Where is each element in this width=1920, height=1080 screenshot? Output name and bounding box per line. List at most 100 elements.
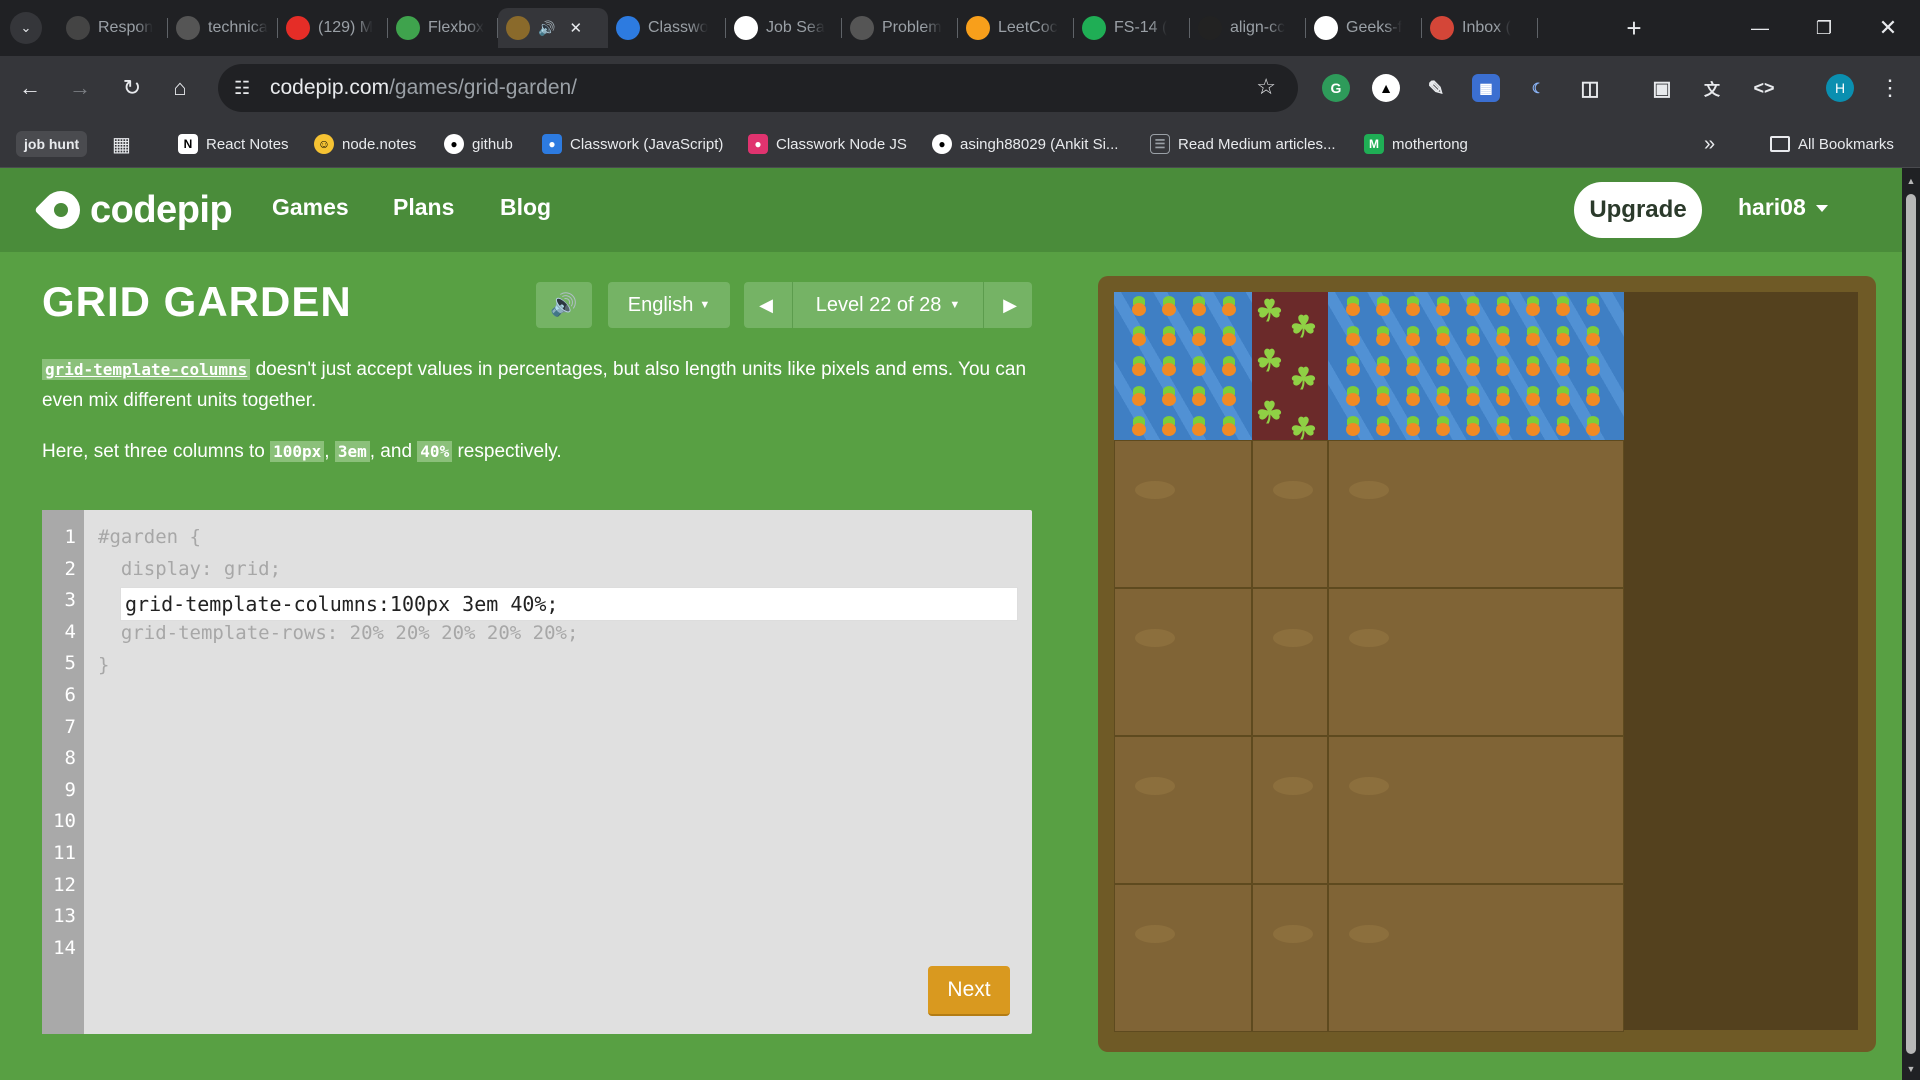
bookmark-github[interactable]: ● github (444, 130, 513, 158)
carrot-icon (1404, 386, 1422, 406)
medium-icon (1198, 16, 1222, 40)
previous-level-button[interactable]: ◀ (744, 282, 788, 328)
scrollbar-thumb[interactable] (1906, 194, 1916, 1054)
carrot-icon (1190, 386, 1208, 406)
shield-extension-icon[interactable]: ▦ (1472, 74, 1500, 102)
problem-icon (850, 16, 874, 40)
globe-icon (176, 16, 200, 40)
garden-soil-cell (1328, 884, 1624, 1032)
home-icon[interactable]: ⌂ (164, 72, 196, 104)
bookmark-classwork-js[interactable]: ● Classwork (JavaScript) (542, 130, 723, 158)
all-bookmarks-button[interactable]: All Bookmarks (1770, 130, 1894, 158)
code-term[interactable]: grid-template-columns (42, 359, 251, 380)
carrot-icon (1220, 296, 1238, 316)
bookmark-label: asingh88029 (Ankit Si... (960, 135, 1119, 153)
browser-tab[interactable]: FS-14 ( (1074, 8, 1190, 48)
carrot-icon (1434, 356, 1452, 376)
carrot-icon (1464, 386, 1482, 406)
url-text[interactable]: codepip.com/games/grid-garden/ (270, 76, 577, 100)
minimize-icon[interactable]: — (1730, 0, 1790, 56)
moon-extension-icon[interactable]: ☾ (1524, 74, 1552, 102)
carrot-root (1376, 363, 1390, 376)
browser-tab[interactable]: Job Sea (726, 8, 842, 48)
bookmarks-bar: job hunt ▦ N React Notes ☺ node.notes ● git… (0, 120, 1920, 168)
screenshot-icon[interactable]: ▣ (1648, 74, 1676, 102)
bookmark-asingh-github[interactable]: ● asingh88029 (Ankit Si... (932, 130, 1118, 158)
code-line-2: display: grid; (98, 558, 282, 580)
sound-toggle-button[interactable]: 🔊 (536, 282, 592, 328)
address-bar[interactable]: ☷ codepip.com/games/grid-garden/ ☆ (218, 64, 1298, 112)
grammarly-extension-icon[interactable]: G (1322, 74, 1350, 102)
browser-tab[interactable]: Inbox ( (1422, 8, 1538, 48)
carrot-icon (1160, 386, 1178, 406)
weed-icon: ☘ (1256, 345, 1283, 378)
devtools-code-icon[interactable]: <> (1750, 74, 1778, 102)
browser-tab[interactable]: technica (168, 8, 278, 48)
carrot-icon (1344, 296, 1362, 316)
language-select[interactable]: English ▼ (608, 282, 730, 328)
carrot-root (1406, 363, 1420, 376)
level-select[interactable]: Level 22 of 28 ▼ (792, 282, 984, 328)
bookmark-node-notes[interactable]: ☺ node.notes (314, 130, 416, 158)
reload-icon[interactable]: ↻ (116, 72, 148, 104)
browser-tab[interactable]: Respon (58, 8, 168, 48)
more-bookmarks-icon[interactable]: » (1704, 130, 1715, 158)
browser-tab[interactable]: Geeks-f (1306, 8, 1422, 48)
classroom-pink-icon: ● (748, 134, 768, 154)
tab-title: LeetCoc (998, 19, 1058, 36)
apps-grid-icon[interactable]: ▦ (112, 130, 131, 158)
carrot-icon (1160, 296, 1178, 316)
scroll-up-icon[interactable]: ▲ (1905, 176, 1917, 186)
forward-icon[interactable]: → (64, 72, 96, 104)
carrot-icon (1130, 416, 1148, 436)
extensions-puzzle-icon[interactable]: ◫ (1576, 74, 1604, 102)
tab-audio-icon[interactable]: 🔊 (538, 20, 555, 37)
page-scrollbar[interactable]: ▲ ▼ (1902, 168, 1920, 1080)
browser-tab[interactable]: Flexbox (388, 8, 498, 48)
browser-tab[interactable]: align-cc (1190, 8, 1306, 48)
browser-tab[interactable]: Classwo (608, 8, 726, 48)
codepip-logo-icon (34, 183, 88, 237)
code-input-line[interactable] (120, 587, 1018, 621)
nav-blog-link[interactable]: Blog (500, 194, 551, 221)
bookmark-react-notes[interactable]: N React Notes (178, 130, 289, 158)
profile-avatar[interactable]: H (1826, 74, 1854, 102)
new-tab-button[interactable]: + (1604, 0, 1664, 56)
bookmark-mothertong[interactable]: Mmothertong (1364, 130, 1468, 158)
tab-list: Respon technica (129) M Flexbox 🔊 ✕ Classwo Job… (58, 8, 1618, 48)
close-window-icon[interactable]: ✕ (1858, 0, 1918, 56)
carrot-root (1496, 393, 1510, 406)
translate-icon[interactable]: 文 (1698, 74, 1726, 102)
bookmark-star-icon[interactable]: ☆ (1256, 74, 1276, 100)
site-info-icon[interactable]: ☷ (234, 78, 250, 99)
browser-tab[interactable]: (129) M (278, 8, 388, 48)
bookmark-folder-job-hunt[interactable]: job hunt (16, 131, 88, 157)
garden-soil-cell (1328, 736, 1624, 884)
next-level-button[interactable]: ▶ (988, 282, 1032, 328)
css-code-input[interactable] (121, 588, 1017, 620)
carrot-root (1132, 423, 1146, 436)
nav-games-link[interactable]: Games (272, 194, 349, 221)
next-button[interactable]: Next (928, 966, 1010, 1016)
bookmark-classwork-node[interactable]: ● Classwork Node JS (748, 130, 907, 158)
browser-menu-icon[interactable]: ⋮ (1874, 72, 1906, 104)
restore-icon[interactable]: ❐ (1794, 0, 1854, 56)
triangle-extension-icon[interactable]: ▲ (1372, 74, 1400, 102)
upgrade-button[interactable]: Upgrade (1574, 182, 1702, 238)
browser-tab[interactable]: LeetCoc (958, 8, 1074, 48)
carrot-icon (1494, 356, 1512, 376)
user-menu[interactable]: hari08 (1738, 194, 1828, 221)
tab-strip: ⌄ Respon technica (129) M Flexbox 🔊 ✕ Classwo J… (0, 0, 1920, 56)
scroll-down-icon[interactable]: ▼ (1905, 1064, 1917, 1074)
bookmark-read-medium[interactable]: ☰ Read Medium articles... (1150, 130, 1336, 158)
codepip-logo[interactable]: codepip (34, 183, 233, 237)
site-header: codepip Games Plans Blog Upgrade hari08 (0, 168, 1902, 252)
tab-search-chevron-icon[interactable]: ⌄ (10, 12, 42, 44)
nav-plans-link[interactable]: Plans (393, 194, 454, 221)
tab-close-icon[interactable]: ✕ (569, 19, 582, 37)
carrot-icon (1344, 386, 1362, 406)
browser-tab[interactable]: Problem (842, 8, 958, 48)
back-icon[interactable]: ← (14, 72, 46, 104)
tab-active-grid-garden[interactable]: 🔊 ✕ (498, 8, 608, 48)
eyedropper-extension-icon[interactable]: ✎ (1422, 74, 1450, 102)
